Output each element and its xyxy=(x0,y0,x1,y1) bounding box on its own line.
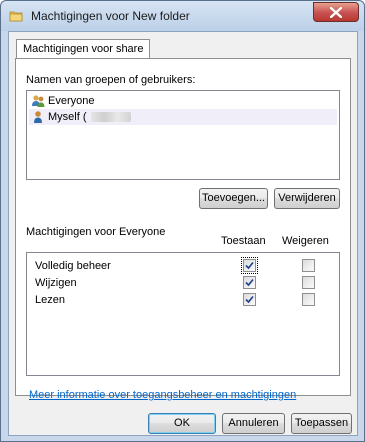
allow-modify-checkbox[interactable] xyxy=(243,276,256,289)
user-name: Myself ( xyxy=(48,111,87,123)
group-users-icon xyxy=(32,95,45,107)
cancel-button[interactable]: Annuleren xyxy=(222,413,285,434)
list-item[interactable]: Everyone xyxy=(29,93,337,109)
user-name: Everyone xyxy=(48,95,95,107)
users-label: Namen van groepen of gebruikers: xyxy=(26,74,196,86)
permission-label: Lezen xyxy=(35,294,65,306)
permissions-dialog: Machtigingen voor New folder Machtiginge… xyxy=(0,0,365,442)
allow-column-header: Toestaan xyxy=(221,235,266,247)
checkmark-icon xyxy=(245,278,254,287)
apply-button[interactable]: Toepassen xyxy=(291,413,352,434)
deny-read-checkbox[interactable] xyxy=(302,293,315,306)
close-icon xyxy=(330,7,342,18)
window-title: Machtigingen voor New folder xyxy=(31,9,190,23)
add-button[interactable]: Toevoegen... xyxy=(199,188,268,209)
permission-label: Wijzigen xyxy=(35,277,77,289)
permission-label: Volledig beheer xyxy=(35,260,111,272)
ok-button[interactable]: OK xyxy=(148,413,216,434)
remove-button[interactable]: Verwijderen xyxy=(274,188,340,209)
dialog-body: Machtigingen voor share Namen van groepe… xyxy=(8,31,358,436)
list-item[interactable]: Myself ( xyxy=(29,109,337,125)
allow-read-checkbox[interactable] xyxy=(243,293,256,306)
user-icon xyxy=(34,111,42,123)
permissions-title: Machtigingen voor Everyone xyxy=(26,226,166,238)
deny-full-control-checkbox[interactable] xyxy=(302,259,315,272)
users-list[interactable]: Everyone Myself ( xyxy=(26,90,340,180)
deny-column-header: Weigeren xyxy=(282,235,329,247)
folder-icon xyxy=(9,11,23,22)
tab-share-permissions[interactable]: Machtigingen voor share xyxy=(16,39,151,59)
checkmark-icon xyxy=(245,261,254,270)
close-button[interactable] xyxy=(313,2,359,22)
help-link[interactable]: Meer informatie over toegangsbeheer en m… xyxy=(29,389,296,401)
checkmark-icon xyxy=(245,295,254,304)
title-bar[interactable]: Machtigingen voor New folder xyxy=(1,1,364,31)
deny-modify-checkbox[interactable] xyxy=(302,276,315,289)
redacted-text xyxy=(91,112,131,122)
allow-full-control-checkbox[interactable] xyxy=(241,257,258,274)
tab-panel: Namen van groepen of gebruikers: Everyon… xyxy=(15,58,351,396)
permissions-list: Volledig beheer Wijzigen Lezen xyxy=(26,252,340,376)
